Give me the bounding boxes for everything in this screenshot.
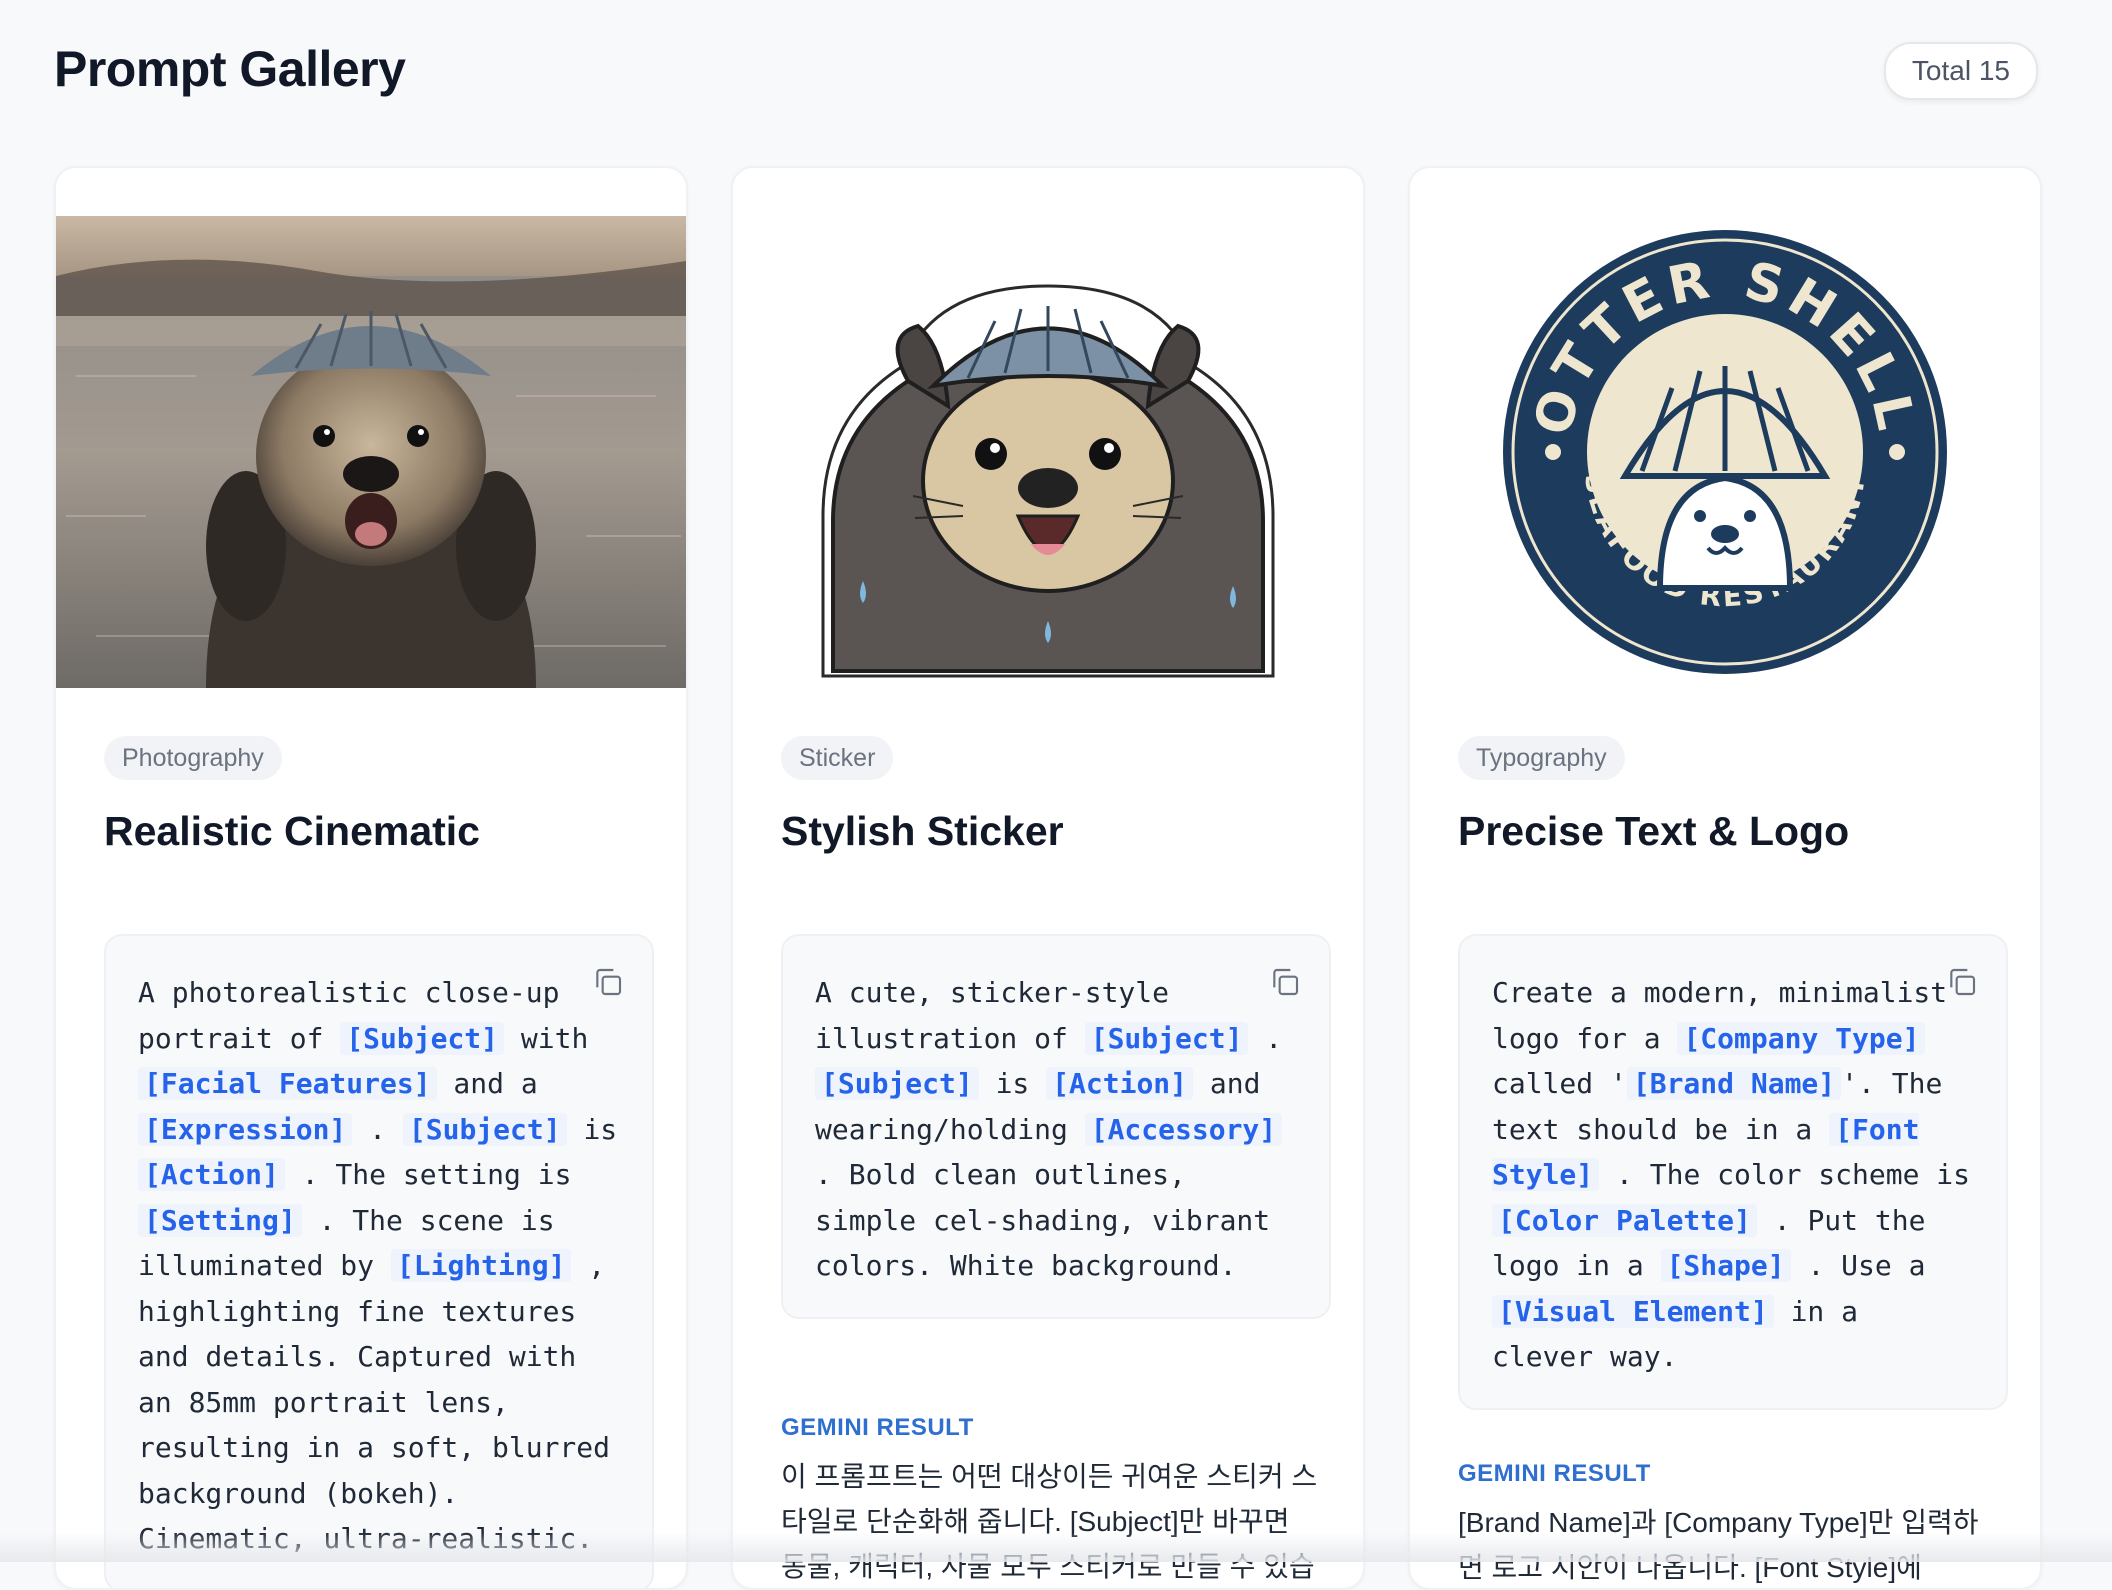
- prompt-segment: is: [566, 1112, 618, 1146]
- prompt-text-box: Create a modern, minimalist logo for a […: [1458, 934, 2008, 1410]
- prompt-text: Create a modern, minimalist logo for a […: [1492, 976, 1970, 1373]
- prompt-card-realistic-cinematic[interactable]: Photography Realistic Cinematic A photor…: [54, 166, 688, 1590]
- gemini-result-text: 이 프롬프트는 어떤 대상이든 귀여운 스티커 스타일로 단순화해 줍니다. […: [781, 1461, 1318, 1582]
- prompt-card-grid: Photography Realistic Cinematic A photor…: [54, 166, 2042, 1590]
- category-chip[interactable]: Typography: [1458, 736, 1625, 780]
- page-header: Prompt Gallery Total 15: [54, 30, 2038, 110]
- card-image-otter-sticker: [733, 216, 1363, 688]
- prompt-placeholder: [Subject]: [1084, 1021, 1249, 1055]
- prompt-segment: . Bold clean outlines, simple cel-shadin…: [815, 1158, 1271, 1282]
- category-chip[interactable]: Sticker: [781, 736, 894, 780]
- prompt-placeholder: [Expression]: [138, 1112, 353, 1146]
- prompt-placeholder: [Lighting]: [390, 1249, 572, 1282]
- card-title: Stylish Sticker: [781, 808, 1064, 854]
- card-title: Precise Text & Logo: [1458, 808, 1850, 854]
- prompt-segment: called ': [1492, 1067, 1627, 1100]
- copy-icon[interactable]: [592, 966, 624, 998]
- card-image-otter-logo: OTTER SHELL SEAFOOD RESTAURANT: [1410, 216, 2040, 688]
- gemini-result-label: GEMINI RESULT: [1458, 1460, 1651, 1487]
- prompt-placeholder: [Subject]: [402, 1112, 567, 1146]
- prompt-segment: , highlighting fine textures and details…: [138, 1249, 611, 1555]
- prompt-placeholder: [Color Palette]: [1492, 1203, 1757, 1237]
- category-chip[interactable]: Photography: [104, 736, 282, 780]
- prompt-placeholder: [Accessory]: [1084, 1112, 1283, 1146]
- prompt-placeholder: [Shape]: [1660, 1249, 1791, 1282]
- prompt-placeholder: [Action]: [138, 1158, 285, 1191]
- card-image-otter-photo: [56, 216, 686, 688]
- prompt-placeholder: [Visual Element]: [1492, 1294, 1774, 1328]
- prompt-text-box: A photorealistic close-up portrait of [S…: [104, 934, 654, 1588]
- prompt-placeholder: [Facial Features]: [138, 1067, 437, 1100]
- prompt-card-stylish-sticker[interactable]: Sticker Stylish Sticker A cute, sticker-…: [731, 166, 1365, 1590]
- prompt-text: A photorealistic close-up portrait of [S…: [138, 976, 617, 1555]
- prompt-placeholder: [Action]: [1046, 1067, 1194, 1100]
- gemini-result-label: GEMINI RESULT: [781, 1414, 974, 1441]
- prompt-segment: . The color scheme is: [1599, 1158, 1971, 1191]
- copy-icon[interactable]: [1946, 966, 1978, 998]
- prompt-placeholder: [Company Type]: [1677, 1021, 1926, 1055]
- prompt-placeholder: [Setting]: [138, 1203, 302, 1237]
- card-title: Realistic Cinematic: [104, 808, 480, 854]
- prompt-segment: and a: [436, 1067, 538, 1100]
- prompt-segment: . The setting is: [284, 1158, 572, 1191]
- bottom-fade: [0, 1532, 2112, 1562]
- prompt-text: A cute, sticker-style illustration of [S…: [815, 976, 1283, 1282]
- copy-icon[interactable]: [1269, 966, 1301, 998]
- total-count-badge: Total 15: [1883, 42, 2038, 100]
- prompt-placeholder: [Subject]: [340, 1021, 505, 1055]
- page-title: Prompt Gallery: [54, 41, 406, 97]
- prompt-placeholder: [Subject]: [815, 1067, 979, 1100]
- prompt-segment: .: [1248, 1021, 1283, 1055]
- prompt-segment: .: [352, 1112, 403, 1146]
- prompt-card-text-logo[interactable]: OTTER SHELL SEAFOOD RESTAURANT: [1408, 166, 2042, 1590]
- prompt-segment: with: [504, 1021, 589, 1055]
- prompt-placeholder: [Brand Name]: [1626, 1067, 1842, 1100]
- prompt-text-box: A cute, sticker-style illustration of [S…: [781, 934, 1331, 1319]
- prompt-segment: . Use a: [1790, 1249, 1926, 1282]
- prompt-segment: is: [978, 1067, 1047, 1100]
